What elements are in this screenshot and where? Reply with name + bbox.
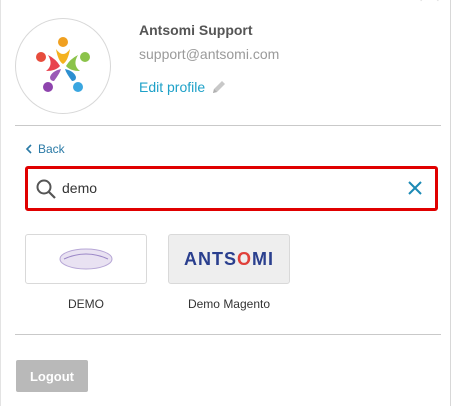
logout-button[interactable]: Logout [16, 360, 88, 392]
search-box [25, 166, 438, 211]
divider [15, 334, 441, 335]
edit-profile-link[interactable]: Edit profile [139, 79, 227, 95]
antsomi-logo: ANTSOMI [183, 248, 274, 269]
people-circle-logo-icon [36, 37, 90, 92]
avatar [15, 18, 111, 114]
close-icon[interactable] [407, 180, 423, 196]
back-label: Back [38, 142, 65, 156]
account-tile-demo[interactable] [25, 234, 147, 284]
gourmet-cakes-logo [59, 248, 113, 270]
divider [15, 125, 441, 126]
chevron-left-icon [25, 144, 32, 154]
user-email: support@antsomi.com [139, 46, 280, 62]
back-link[interactable]: Back [25, 142, 65, 156]
account-tile-demo-magento[interactable]: ANTSOMI [168, 234, 290, 284]
user-name: Antsomi Support [139, 22, 253, 38]
search-icon [36, 179, 56, 199]
search-input[interactable] [62, 177, 392, 199]
dropdown-caret [420, 0, 439, 10]
pencil-icon [213, 81, 226, 93]
account-label: Demo Magento [187, 297, 271, 311]
edit-profile-label: Edit profile [139, 79, 206, 95]
account-panel: Antsomi Support support@antsomi.com Edit… [0, 0, 451, 406]
account-label: DEMO [68, 297, 104, 311]
